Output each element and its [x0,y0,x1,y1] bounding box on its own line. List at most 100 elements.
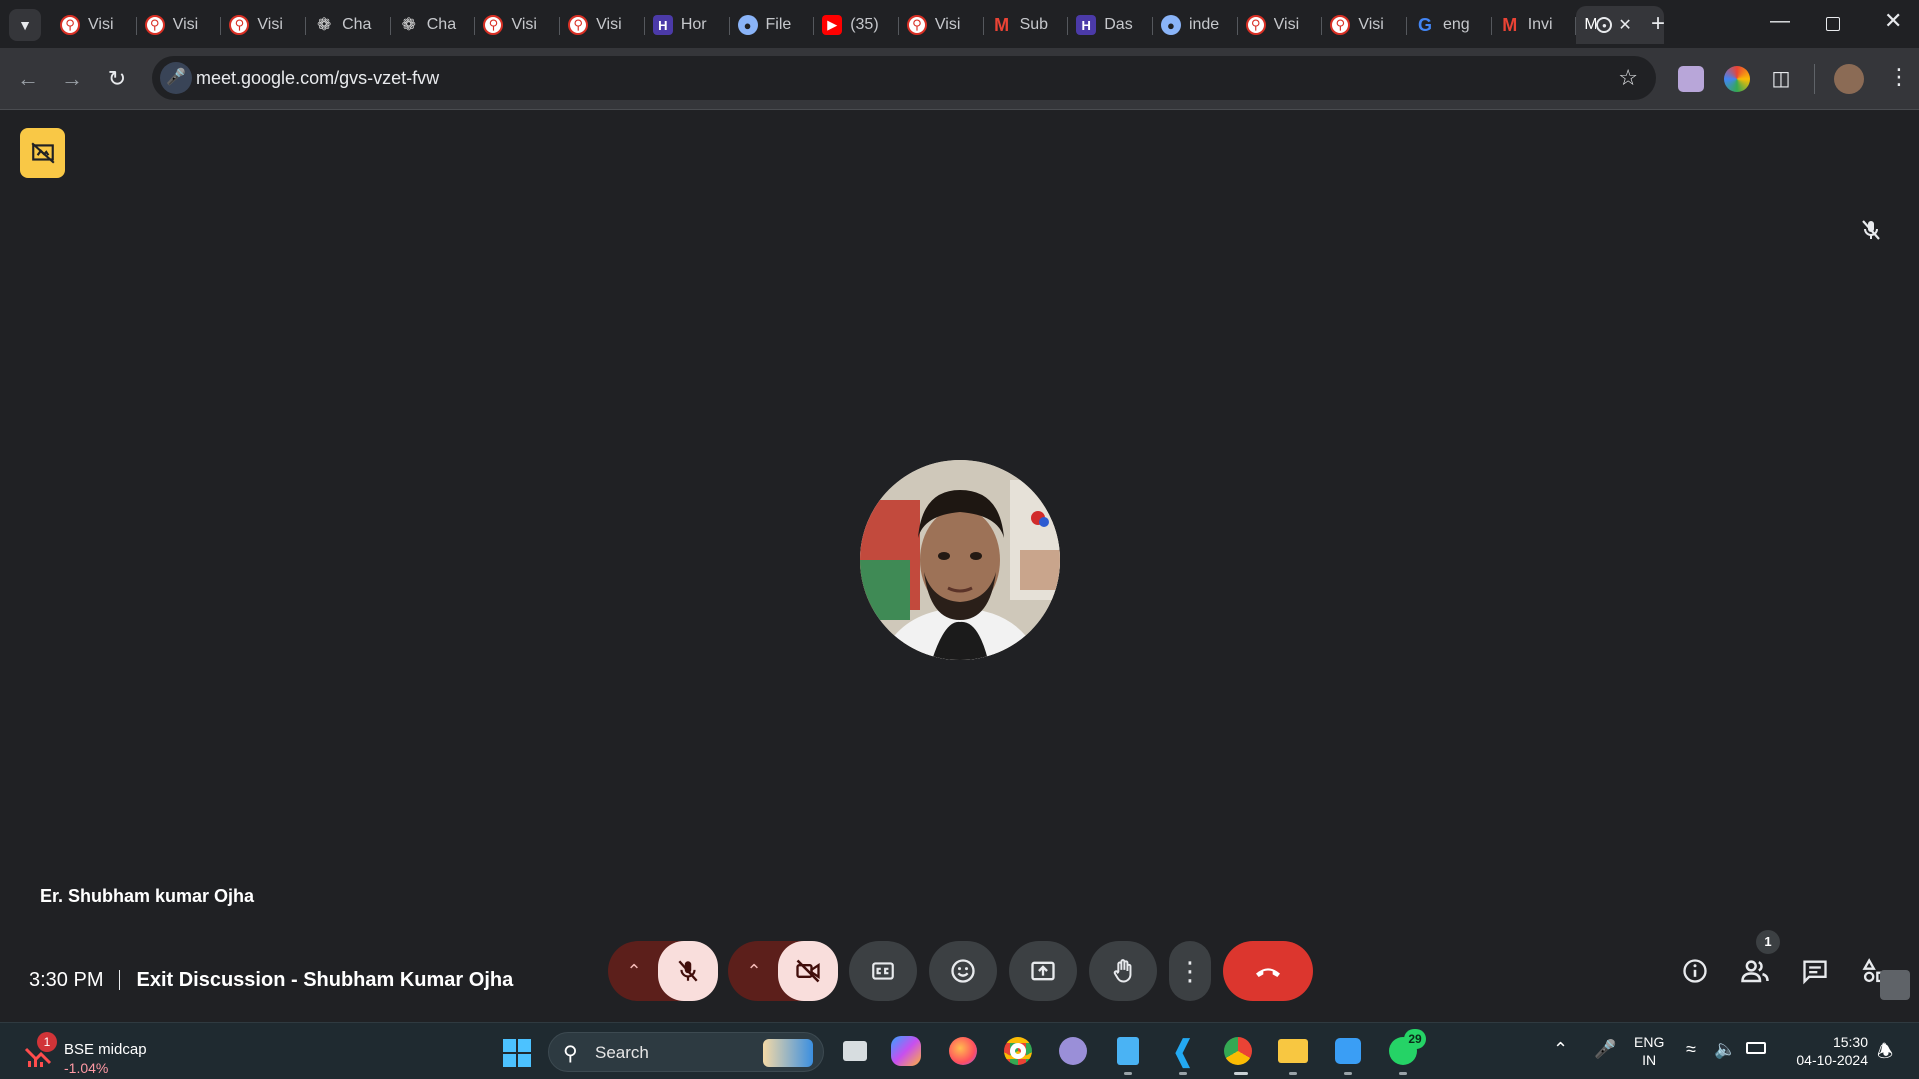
toggle-microphone-button[interactable] [658,941,718,1001]
people-button[interactable] [1735,951,1775,991]
present-screen-icon [1031,961,1055,981]
extension-icon[interactable] [1678,66,1704,92]
people-icon [1741,960,1769,983]
leave-call-button[interactable] [1223,941,1313,1001]
tab-list: ⚲ Visi ⚲ Visi ⚲ Visi ❁ Cha ❁ Cha ⚲ Visi ⚲ Visi H Hor ● Fi… [52,6,1665,44]
stock-name: BSE midcap [64,1041,147,1058]
browser-tab[interactable]: ❁ Cha [306,6,391,44]
more-options-button[interactable]: ⋮ [1169,941,1211,1001]
close-window-button[interactable]: ✕ [1884,8,1902,34]
browser-tab[interactable]: ⚲ Visi [899,6,984,44]
browser-tab[interactable]: H Das [1068,6,1153,44]
close-tab-icon[interactable]: ✕ [1618,15,1631,35]
browser-tab[interactable]: ⚲ Visi [221,6,306,44]
chat-button[interactable] [1795,951,1835,991]
url-text[interactable]: meet.google.com/gvs-vzet-fvw [196,68,439,89]
vscode-icon[interactable]: ❰ [1166,1034,1200,1068]
browser-tab[interactable]: H Hor [645,6,730,44]
battery-icon[interactable] [1746,1042,1766,1054]
language-code: ENG [1634,1034,1665,1050]
tab-search-button[interactable]: ▼ [9,9,41,41]
browser-tab[interactable]: ⚲ Visi [137,6,222,44]
video-options-chevron-icon[interactable]: ⌃ [728,941,780,1001]
mic-off-icon [678,960,698,982]
browser-tab[interactable]: ⚲ Visi [52,6,137,44]
notifications-bell-icon[interactable]: 🕭 [1877,1039,1893,1069]
stock-notification-badge: 1 [37,1032,57,1052]
tab-title: Visi [1273,16,1300,33]
red-magnifier-icon: ⚲ [906,15,927,35]
restore-button[interactable] [1826,17,1840,31]
mic-off-icon [1862,220,1880,240]
wifi-icon[interactable]: ≈ [1686,1039,1696,1060]
present-screen-button[interactable] [1009,941,1077,1001]
profile-avatar[interactable] [1834,64,1864,94]
windows-start-icon[interactable] [502,1038,532,1068]
new-tab-button[interactable]: + [1651,10,1665,38]
task-view-icon[interactable] [838,1034,872,1068]
audio-options-chevron-icon[interactable]: ⌃ [608,941,660,1001]
browser-tab[interactable]: ⚲ Visi [1322,6,1407,44]
minimize-button[interactable]: — [1770,10,1790,33]
tab-title: eng [1443,16,1470,33]
red-magnifier-icon: ⚲ [568,15,589,35]
color-wheel-extension-icon[interactable] [1724,66,1750,92]
browser-tab[interactable]: ● inde [1153,6,1238,44]
file-explorer-icon[interactable] [1276,1034,1310,1068]
back-button[interactable]: ← [13,64,43,94]
firefox-icon[interactable] [946,1034,980,1068]
whatsapp-unread-badge: 29 [1404,1029,1426,1049]
chrome-profile-icon[interactable] [1056,1034,1090,1068]
region-code: IN [1642,1052,1657,1068]
toggle-camera-button[interactable] [778,941,838,1001]
bookmark-star-icon[interactable]: ☆ [1618,65,1638,91]
stock-widget[interactable]: 1 BSE midcap -1.04% [24,1031,184,1076]
language-indicator[interactable]: ENG IN [1634,1033,1664,1069]
collapse-panel-icon[interactable] [1880,970,1910,1000]
notepad-icon[interactable] [1111,1034,1145,1068]
browser-tab[interactable]: M Sub [984,6,1069,44]
microphone-icon[interactable]: 🎤 [160,62,192,94]
meeting-details-button[interactable] [1675,951,1715,991]
browser-menu-icon[interactable]: ⋮ [1888,64,1910,90]
host-controls-badge[interactable] [20,128,65,178]
snipping-running-indicator [1344,1072,1352,1075]
volume-icon[interactable]: 🔈 [1714,1039,1736,1060]
browser-tab[interactable]: ⚲ Visi [560,6,645,44]
show-hidden-icons-chevron-icon[interactable]: ⌃ [1553,1039,1568,1060]
chrome-active-icon[interactable] [1221,1034,1255,1068]
browser-tab[interactable]: ⚲ Visi [475,6,560,44]
presentation-off-icon [30,142,55,164]
taskbar-search-box[interactable]: ⚲ Search [548,1032,824,1072]
captions-button[interactable] [849,941,917,1001]
chrome-running-indicator [1234,1072,1248,1075]
browser-tab[interactable]: Geng [1407,6,1492,44]
system-clock[interactable]: 15:30 04-10-2024 [1786,1033,1868,1069]
browser-tab[interactable]: ● File [730,6,815,44]
reload-button[interactable]: ↻ [102,64,132,94]
tab-title: File [765,16,792,33]
toolbar-divider [1814,64,1815,94]
blue-globe-icon: ● [737,15,758,35]
gmail-icon: M [994,14,1010,35]
tab-title: Visi [172,16,199,33]
browser-tab[interactable]: ⚲ Visi [1238,6,1323,44]
browser-tab[interactable]: ▶ (35) [814,6,899,44]
snipping-tool-icon[interactable] [1331,1034,1365,1068]
raise-hand-button[interactable] [1089,941,1157,1001]
microphone-tray-icon[interactable]: 🎤 [1594,1039,1616,1060]
stock-change: -1.04% [64,1060,109,1076]
copilot-icon[interactable] [891,1036,921,1066]
participant-name-label: Er. Shubham kumar Ojha [40,886,255,906]
tab-title: Cha [342,16,372,33]
chrome-icon[interactable] [1001,1034,1035,1068]
browser-tab[interactable]: M Invi [1492,6,1577,44]
reactions-button[interactable] [929,941,997,1001]
extensions-puzzle-icon[interactable]: ◫ [1768,66,1794,92]
red-magnifier-icon: ⚲ [229,15,250,35]
forward-button[interactable]: → [57,64,87,94]
tab-title: Visi [511,16,537,33]
tab-strip: ▼ ⚲ Visi ⚲ Visi ⚲ Visi ❁ Cha ❁ Cha ⚲ Visi ⚲ Visi H Hor ●… [0,0,1919,48]
browser-tab[interactable]: ❁ Cha [391,6,476,44]
address-bar[interactable]: 🎤 meet.google.com/gvs-vzet-fvw ☆ [152,56,1656,100]
